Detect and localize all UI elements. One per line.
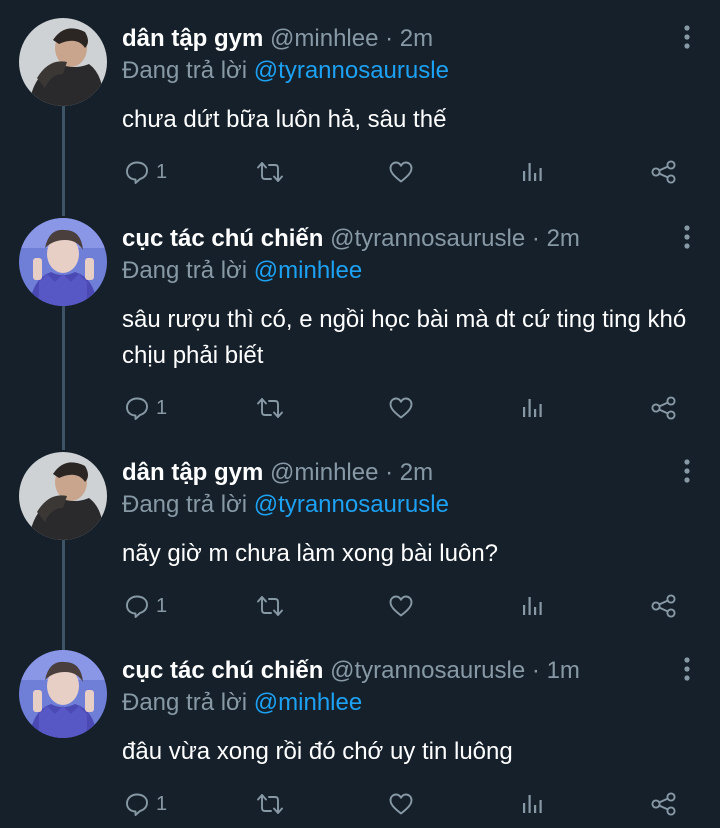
analytics-button[interactable]: [520, 152, 544, 192]
reply-button[interactable]: 1: [124, 586, 167, 626]
analytics-icon: [520, 791, 544, 817]
more-vertical-icon[interactable]: [682, 458, 692, 484]
heart-icon: [388, 395, 414, 421]
heart-icon: [388, 791, 414, 817]
reply-icon: [124, 395, 150, 421]
more-vertical-icon[interactable]: [682, 224, 692, 250]
display-name[interactable]: cục tác chú chiến: [122, 657, 323, 684]
tweet-header: cục tác chú chiến @tyrannosaurusle · 1m: [122, 656, 660, 686]
more-vertical-icon[interactable]: [682, 656, 692, 682]
like-button[interactable]: [388, 388, 414, 428]
replying-to-label: Đang trả lời: [122, 689, 248, 716]
like-button[interactable]: [388, 152, 414, 192]
reply-icon: [124, 593, 150, 619]
share-icon: [650, 159, 678, 185]
tweet-text: chưa dứt bữa luôn hả, sâu thế: [122, 106, 447, 133]
display-name[interactable]: dân tập gym: [122, 25, 263, 52]
retweet-icon: [256, 159, 284, 185]
reply-to-link[interactable]: @minhlee: [254, 689, 362, 716]
tweet[interactable]: dân tập gym @minhlee · 2m Đang trả lời @…: [0, 452, 720, 628]
retweet-button[interactable]: [256, 388, 284, 428]
retweet-button[interactable]: [256, 586, 284, 626]
tweet-actions: 1: [0, 784, 720, 824]
tweet[interactable]: cục tác chú chiến @tyrannosaurusle · 1m …: [0, 650, 720, 826]
tweet-actions: 1: [0, 586, 720, 626]
analytics-icon: [520, 159, 544, 185]
share-icon: [650, 791, 678, 817]
reply-count: 1: [156, 594, 168, 617]
reply-count: 1: [156, 160, 168, 183]
share-button[interactable]: [650, 586, 678, 626]
replying-to: Đang trả lời @minhlee: [122, 688, 362, 718]
tweet[interactable]: cục tác chú chiến @tyrannosaurusle · 2m …: [0, 218, 720, 430]
separator: ·: [531, 225, 540, 252]
tweet-text: sâu rượu thì có, e ngồi học bài mà dt cứ…: [122, 306, 687, 369]
retweet-icon: [256, 791, 284, 817]
more-vertical-icon[interactable]: [682, 24, 692, 50]
retweet-button[interactable]: [256, 152, 284, 192]
share-button[interactable]: [650, 152, 678, 192]
tweet[interactable]: dân tập gym @minhlee · 2m Đang trả lời @…: [0, 18, 720, 190]
timestamp[interactable]: 2m: [400, 459, 433, 486]
display-name[interactable]: cục tác chú chiến: [122, 225, 323, 252]
retweet-icon: [256, 593, 284, 619]
separator: ·: [385, 25, 394, 52]
reply-icon: [124, 159, 150, 185]
separator: ·: [385, 459, 394, 486]
separator: ·: [531, 657, 540, 684]
reply-button[interactable]: 1: [124, 388, 167, 428]
replying-to-label: Đang trả lời: [122, 491, 248, 518]
retweet-button[interactable]: [256, 784, 284, 824]
share-icon: [650, 395, 678, 421]
timestamp[interactable]: 2m: [400, 25, 433, 52]
username[interactable]: @minhlee: [270, 459, 378, 486]
reply-button[interactable]: 1: [124, 152, 167, 192]
reply-count: 1: [156, 792, 168, 815]
reply-to-link[interactable]: @minhlee: [254, 257, 362, 284]
heart-icon: [388, 159, 414, 185]
reply-icon: [124, 791, 150, 817]
like-button[interactable]: [388, 784, 414, 824]
replying-to-label: Đang trả lời: [122, 257, 248, 284]
tweet-header: dân tập gym @minhlee · 2m: [122, 458, 660, 488]
tweet-header: cục tác chú chiến @tyrannosaurusle · 2m: [122, 224, 660, 254]
share-button[interactable]: [650, 388, 678, 428]
like-button[interactable]: [388, 586, 414, 626]
username[interactable]: @tyrannosaurusle: [330, 657, 525, 684]
reply-button[interactable]: 1: [124, 784, 167, 824]
replying-to: Đang trả lời @tyrannosaurusle: [122, 56, 449, 86]
avatar[interactable]: [19, 218, 107, 306]
username[interactable]: @tyrannosaurusle: [330, 225, 525, 252]
avatar[interactable]: [19, 452, 107, 540]
timestamp[interactable]: 1m: [547, 657, 580, 684]
analytics-icon: [520, 593, 544, 619]
analytics-button[interactable]: [520, 388, 544, 428]
reply-count: 1: [156, 396, 168, 419]
avatar[interactable]: [19, 650, 107, 738]
reply-to-link[interactable]: @tyrannosaurusle: [254, 57, 449, 84]
display-name[interactable]: dân tập gym: [122, 459, 263, 486]
analytics-button[interactable]: [520, 784, 544, 824]
analytics-icon: [520, 395, 544, 421]
tweet-text: nãy giờ m chưa làm xong bài luôn?: [122, 540, 499, 567]
timestamp[interactable]: 2m: [547, 225, 580, 252]
replying-to-label: Đang trả lời: [122, 57, 248, 84]
share-button[interactable]: [650, 784, 678, 824]
replying-to: Đang trả lời @tyrannosaurusle: [122, 490, 449, 520]
heart-icon: [388, 593, 414, 619]
tweet-actions: 1: [0, 152, 720, 192]
analytics-button[interactable]: [520, 586, 544, 626]
tweet-text: đâu vừa xong rồi đó chớ uy tin luông: [122, 738, 513, 765]
share-icon: [650, 593, 678, 619]
tweet-header: dân tập gym @minhlee · 2m: [122, 24, 660, 54]
avatar[interactable]: [19, 18, 107, 106]
tweet-actions: 1: [0, 388, 720, 428]
reply-to-link[interactable]: @tyrannosaurusle: [254, 491, 449, 518]
replying-to: Đang trả lời @minhlee: [122, 256, 362, 286]
retweet-icon: [256, 395, 284, 421]
username[interactable]: @minhlee: [270, 25, 378, 52]
